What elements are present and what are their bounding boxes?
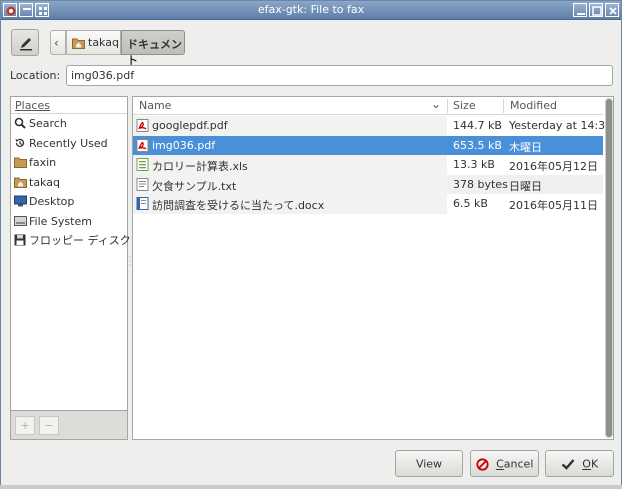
bottom-border <box>0 485 622 489</box>
checkmark-icon <box>561 459 575 470</box>
file-name: 欠食サンプル.txt <box>152 179 237 193</box>
minimize-icon[interactable] <box>573 3 587 17</box>
window-title: efax-gtk: File to fax <box>257 3 365 16</box>
home-folder-icon <box>14 177 27 188</box>
place-item-takaq[interactable]: takaq <box>11 173 127 193</box>
cancel-mnemonic: C <box>496 457 504 471</box>
sort-chevron-icon[interactable]: ⌄ <box>431 97 441 111</box>
column-header-modified[interactable]: Modified <box>510 99 557 112</box>
file-modified: 木曜日 <box>509 140 542 154</box>
cancel-label: ancel <box>503 457 534 471</box>
place-item-recently-used[interactable]: Recently Used <box>11 134 127 154</box>
pdf-icon <box>136 119 149 132</box>
column-header-size[interactable]: Size <box>453 99 476 112</box>
floppy-icon <box>14 234 26 246</box>
type-location-toggle-button[interactable] <box>11 29 39 56</box>
file-name: googlepdf.pdf <box>152 119 228 132</box>
desktop-icon <box>14 195 27 207</box>
file-row[interactable]: googlepdf.pdf 144.7 kB Yesterday at 14:3… <box>133 116 612 136</box>
path-current-label: ドキュメント <box>127 38 182 67</box>
file-row-selected[interactable]: img036.pdf 653.5 kB 木曜日 <box>133 135 603 155</box>
location-label: Location: <box>10 69 61 82</box>
places-footer: + − <box>10 411 128 440</box>
ok-label: K <box>590 457 599 471</box>
home-folder-icon <box>72 38 85 49</box>
column-separator <box>503 99 504 113</box>
places-sidebar: Places Search Recently Used faxin takaq … <box>10 96 131 411</box>
ok-button[interactable]: OK <box>545 450 614 477</box>
folder-icon <box>14 157 27 168</box>
location-input[interactable] <box>66 65 613 86</box>
column-separator <box>447 99 448 113</box>
file-chooser-window: efax-gtk: File to fax ‹ takaq ドキュメント Loc… <box>0 0 622 489</box>
document-icon <box>136 197 149 210</box>
file-modified: 2016年05月11日 <box>509 199 598 212</box>
scrollbar-thumb[interactable] <box>606 99 612 437</box>
search-icon <box>14 117 26 129</box>
column-header-name[interactable]: Name <box>139 99 171 112</box>
title-bar[interactable]: efax-gtk: File to fax <box>1 1 621 20</box>
file-size: 13.3 kB <box>453 158 495 171</box>
cancel-button[interactable]: Cancel <box>470 450 539 477</box>
file-modified: Yesterday at 14:34 <box>509 119 613 132</box>
file-size: 6.5 kB <box>453 197 488 210</box>
place-item-desktop[interactable]: Desktop <box>11 192 127 212</box>
file-list-header: Name ⌄ Size Modified <box>133 97 603 115</box>
add-bookmark-button[interactable]: + <box>15 416 35 435</box>
file-name: 訪問調査を受けるに当たって.docx <box>152 199 325 212</box>
place-item-search[interactable]: Search <box>11 114 127 134</box>
drive-icon <box>14 215 27 226</box>
file-size: 144.7 kB <box>453 119 502 132</box>
file-list: Name ⌄ Size Modified googlepdf.pdf 144.7… <box>132 96 614 440</box>
file-name: カロリー計算表.xls <box>152 160 248 173</box>
text-file-icon <box>136 177 149 191</box>
place-item-file-system[interactable]: File System <box>11 212 127 232</box>
file-size: 378 bytes <box>453 177 508 191</box>
places-header[interactable]: Places <box>11 97 127 114</box>
path-home-label: takaq <box>88 36 119 49</box>
cancel-icon <box>476 457 489 471</box>
file-list-scrollbar[interactable] <box>605 98 613 438</box>
remove-bookmark-button[interactable]: − <box>39 416 59 435</box>
recent-icon <box>15 138 25 147</box>
file-row[interactable]: 訪問調査を受けるに当たって.docx 6.5 kB 2016年05月11日 <box>133 194 603 214</box>
close-icon[interactable] <box>605 3 619 17</box>
spreadsheet-icon <box>136 158 149 171</box>
path-scroll-left-button[interactable]: ‹ <box>50 30 66 55</box>
file-name: img036.pdf <box>152 138 216 152</box>
file-size: 653.5 kB <box>453 138 502 152</box>
ok-mnemonic: O <box>582 457 591 471</box>
view-button[interactable]: View <box>395 450 463 477</box>
maximize-icon[interactable] <box>589 3 603 17</box>
chevron-left-icon: ‹ <box>54 36 59 50</box>
file-modified: 日曜日 <box>509 179 542 193</box>
file-row[interactable]: カロリー計算表.xls 13.3 kB 2016年05月12日 <box>133 155 603 175</box>
place-item-floppy[interactable]: フロッピー ディスク <box>11 231 131 251</box>
pencil-icon <box>20 38 32 51</box>
file-row[interactable]: 欠食サンプル.txt 378 bytes 日曜日 <box>133 174 603 194</box>
place-item-faxin[interactable]: faxin <box>11 153 127 173</box>
path-button-current[interactable]: ドキュメント <box>121 30 185 67</box>
file-modified: 2016年05月12日 <box>509 160 598 173</box>
path-button-home[interactable]: takaq <box>66 30 121 55</box>
pdf-icon <box>136 138 149 152</box>
